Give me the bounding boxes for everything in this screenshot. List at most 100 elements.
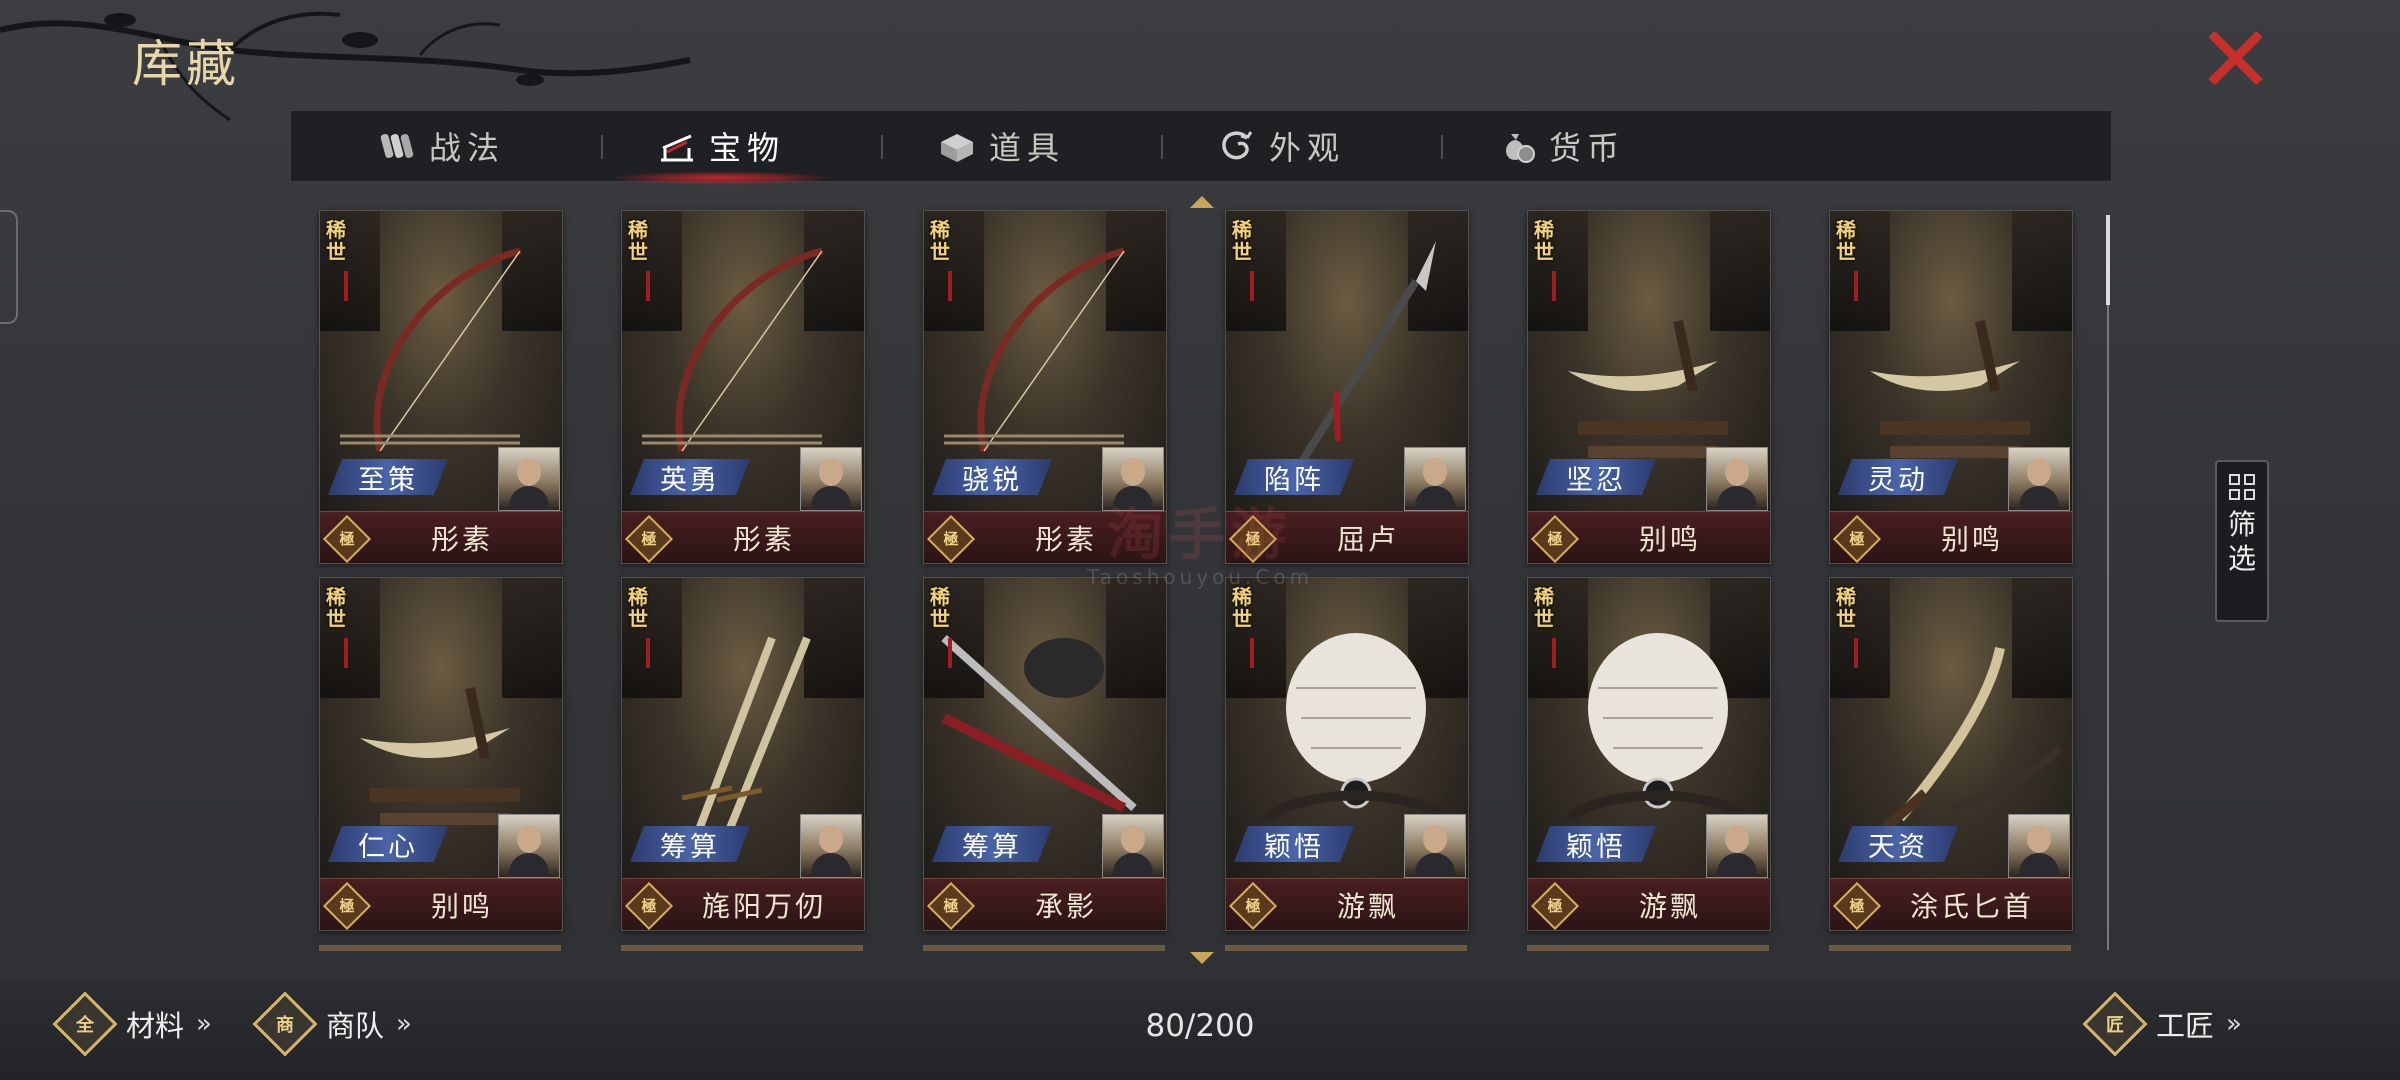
tab-label: 道具 bbox=[988, 129, 1065, 167]
treasure-card[interactable]: 稀世坚忍極 别鸣 bbox=[1527, 210, 1771, 564]
hero-portrait-avatar[interactable] bbox=[2008, 814, 2070, 878]
treasure-card[interactable]: 稀世 英勇極 彤素 bbox=[621, 210, 865, 564]
scroll-down-arrow-icon[interactable] bbox=[1190, 952, 1214, 964]
skill-tag: 筹算 bbox=[932, 826, 1052, 862]
card-name-bar: 極旄阳万仞 bbox=[622, 878, 864, 930]
hero-portrait-avatar[interactable] bbox=[2008, 447, 2070, 511]
treasure-name: 旄阳万仞 bbox=[701, 890, 826, 923]
hero-portrait-avatar[interactable] bbox=[498, 814, 560, 878]
next-row-card-edge bbox=[1527, 945, 1769, 951]
page-title: 库藏 bbox=[132, 35, 240, 93]
treasure-name: 别鸣 bbox=[430, 890, 493, 923]
hero-portrait-avatar[interactable] bbox=[1404, 447, 1466, 511]
rarity-label: 稀世 bbox=[1836, 218, 1856, 264]
card-name-bar: 極 承影 bbox=[924, 878, 1166, 930]
tassel-decoration bbox=[1552, 271, 1556, 301]
hero-portrait-avatar[interactable] bbox=[1706, 814, 1768, 878]
tab-daoju[interactable]: 道具 bbox=[881, 111, 1121, 181]
rarity-label: 稀世 bbox=[326, 585, 346, 631]
craftsman-icon: 匠 bbox=[2082, 991, 2148, 1057]
rarity-label: 稀世 bbox=[1534, 585, 1554, 631]
side-handle[interactable] bbox=[0, 210, 18, 324]
card-name-bar: 極 别鸣 bbox=[1528, 511, 1770, 563]
skill-tag: 颖悟 bbox=[1536, 826, 1656, 862]
skill-tag: 筹算 bbox=[630, 826, 750, 862]
treasure-name: 彤素 bbox=[430, 523, 493, 556]
card-name-bar: 極 游飘 bbox=[1528, 878, 1770, 930]
scroll-bundle-icon bbox=[380, 134, 414, 158]
treasure-card[interactable]: 稀世颖悟極 游飘 bbox=[1225, 577, 1469, 931]
grade-badge-icon: 極 bbox=[926, 514, 976, 563]
filter-button[interactable]: 筛选 bbox=[2215, 460, 2269, 622]
tassel-decoration bbox=[1854, 638, 1858, 668]
rarity-label: 稀世 bbox=[1232, 585, 1252, 631]
tab-label: 战法 bbox=[428, 129, 505, 167]
tab-label: 外观 bbox=[1268, 129, 1345, 167]
treasure-card[interactable]: 稀世颖悟極 游飘 bbox=[1527, 577, 1771, 931]
hero-portrait-avatar[interactable] bbox=[1102, 814, 1164, 878]
box-icon bbox=[940, 134, 973, 162]
grade-badge-icon: 極 bbox=[1530, 514, 1580, 563]
skill-tag: 坚忍 bbox=[1536, 459, 1656, 495]
craftsman-button[interactable]: 匠 工匠 » bbox=[2082, 991, 2242, 1057]
grade-badge-icon: 極 bbox=[624, 881, 674, 930]
scrollbar-track[interactable] bbox=[2107, 215, 2109, 950]
grade-badge-icon: 極 bbox=[1832, 514, 1882, 563]
treasure-name: 别鸣 bbox=[1940, 523, 2003, 556]
treasure-card[interactable]: 稀世筹算極旄阳万仞 bbox=[621, 577, 865, 931]
rarity-label: 稀世 bbox=[628, 585, 648, 631]
grade-badge-icon: 極 bbox=[926, 881, 976, 930]
card-name-bar: 極涂氏匕首 bbox=[1830, 878, 2072, 930]
tab-label: 货币 bbox=[1548, 129, 1625, 167]
hero-portrait-avatar[interactable] bbox=[800, 814, 862, 878]
tassel-decoration bbox=[344, 638, 348, 668]
treasure-name: 游飘 bbox=[1336, 890, 1399, 923]
craftsman-label: 工匠 bbox=[2156, 1009, 2215, 1043]
hero-portrait-avatar[interactable] bbox=[800, 447, 862, 511]
treasure-card[interactable]: 稀世 至策極 彤素 bbox=[319, 210, 563, 564]
next-row-card-edge bbox=[319, 945, 561, 951]
treasure-card[interactable]: 稀世筹算極 承影 bbox=[923, 577, 1167, 931]
double-chevron-icon: » bbox=[396, 1009, 412, 1039]
storage-count: 80/200 bbox=[1145, 1008, 1255, 1044]
treasure-card[interactable]: 稀世 仁心極 别鸣 bbox=[319, 577, 563, 931]
close-button[interactable] bbox=[2205, 28, 2265, 88]
skill-tag: 天资 bbox=[1838, 826, 1958, 862]
double-chevron-icon: » bbox=[2226, 1009, 2242, 1039]
treasure-name: 别鸣 bbox=[1638, 523, 1701, 556]
tab-zhanfa[interactable]: 战法 bbox=[321, 111, 561, 181]
caravan-button[interactable]: 商 商队 » bbox=[252, 991, 412, 1057]
treasure-card[interactable]: 稀世 天资極涂氏匕首 bbox=[1829, 577, 2073, 931]
hero-portrait-avatar[interactable] bbox=[1404, 814, 1466, 878]
grade-badge-icon: 極 bbox=[1228, 881, 1278, 930]
money-bag-icon bbox=[1505, 134, 1535, 163]
treasure-name: 游飘 bbox=[1638, 890, 1701, 923]
tab-huobi[interactable]: 货币 bbox=[1441, 111, 1681, 181]
scrollbar-thumb[interactable] bbox=[2106, 215, 2110, 305]
next-row-card-edge bbox=[923, 945, 1165, 951]
scroll-up-arrow-icon[interactable] bbox=[1190, 196, 1214, 208]
tab-baowu[interactable]: 宝物 bbox=[601, 111, 841, 185]
tassel-decoration bbox=[1854, 271, 1858, 301]
caravan-label: 商队 bbox=[326, 1009, 385, 1043]
skill-tag: 英勇 bbox=[630, 459, 750, 495]
card-name-bar: 極 彤素 bbox=[320, 511, 562, 563]
filter-label: 筛选 bbox=[2227, 508, 2256, 575]
caravan-icon: 商 bbox=[252, 991, 318, 1057]
rarity-label: 稀世 bbox=[1534, 218, 1554, 264]
skill-tag: 颖悟 bbox=[1234, 826, 1354, 862]
skill-tag: 骁锐 bbox=[932, 459, 1052, 495]
card-name-bar: 極 彤素 bbox=[622, 511, 864, 563]
treasure-name: 涂氏匕首 bbox=[1909, 890, 2034, 923]
materials-icon: 全 bbox=[52, 991, 118, 1057]
hero-portrait-avatar[interactable] bbox=[1706, 447, 1768, 511]
tassel-decoration bbox=[646, 638, 650, 668]
skill-tag: 灵动 bbox=[1838, 459, 1958, 495]
treasure-card[interactable]: 稀世灵动極 别鸣 bbox=[1829, 210, 2073, 564]
hero-portrait-avatar[interactable] bbox=[498, 447, 560, 511]
card-name-bar: 極 别鸣 bbox=[1830, 511, 2072, 563]
rarity-label: 稀世 bbox=[930, 585, 950, 631]
tab-waiguan[interactable]: 外观 bbox=[1161, 111, 1401, 181]
grade-badge-icon: 極 bbox=[322, 514, 372, 563]
materials-button[interactable]: 全 材料 » bbox=[52, 991, 212, 1057]
